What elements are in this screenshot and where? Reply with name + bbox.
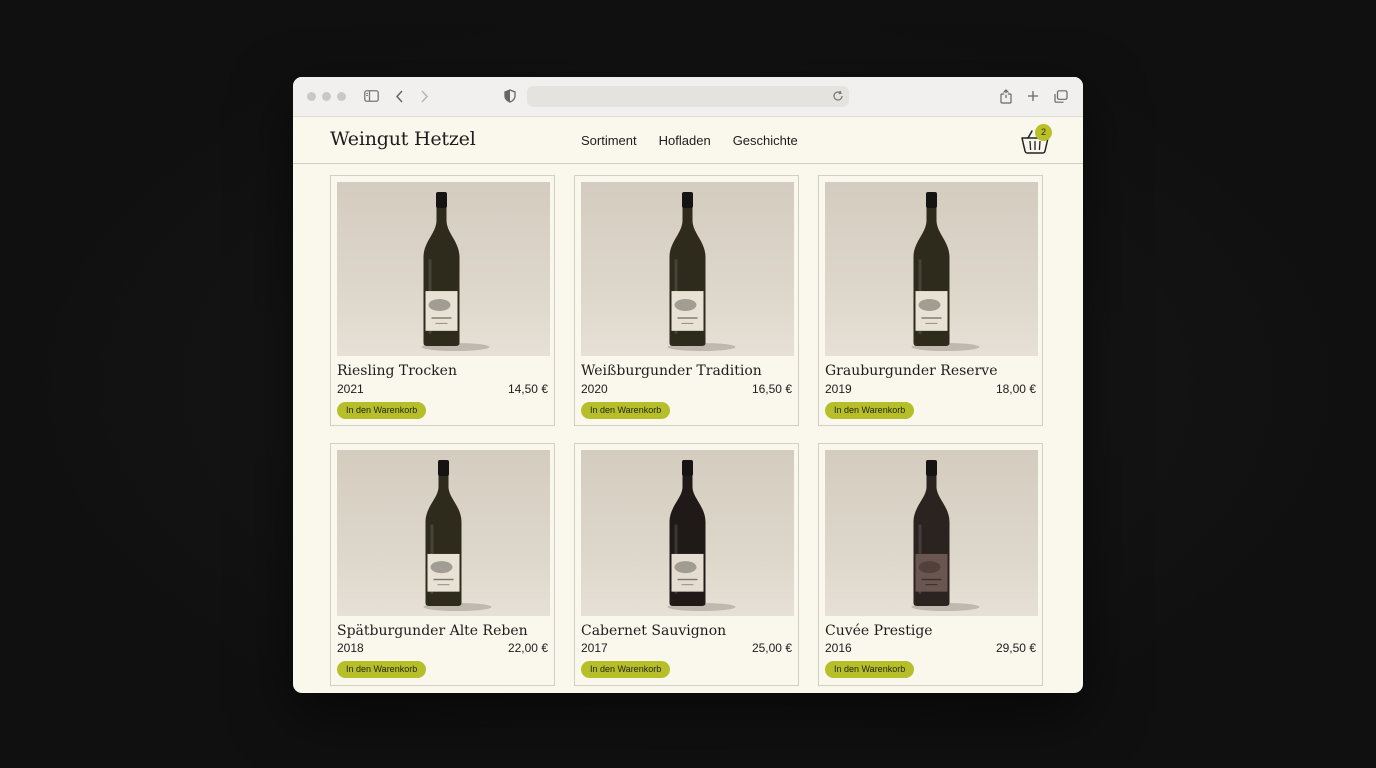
product-image[interactable] bbox=[581, 182, 794, 356]
main-nav: Sortiment Hofladen Geschichte bbox=[581, 133, 798, 148]
wine-bottle-image bbox=[667, 192, 736, 351]
wine-bottle-image bbox=[667, 460, 736, 611]
nav-link-sortiment[interactable]: Sortiment bbox=[581, 133, 637, 148]
cart-count-badge: 2 bbox=[1035, 124, 1052, 141]
privacy-shield-icon[interactable] bbox=[502, 88, 518, 104]
wine-bottle-image bbox=[423, 460, 492, 611]
product-name[interactable]: Cabernet Sauvignon bbox=[581, 623, 726, 639]
product-name[interactable]: Grauburgunder Reserve bbox=[825, 363, 997, 379]
sidebar-toggle-icon[interactable] bbox=[363, 88, 379, 104]
product-year: 2016 bbox=[825, 641, 852, 655]
wine-bottle-image bbox=[421, 192, 490, 351]
product-card[interactable]: Spätburgunder Alte Reben 2018 22,00 € In… bbox=[330, 443, 555, 686]
product-price: 18,00 € bbox=[995, 382, 1036, 396]
new-tab-icon[interactable] bbox=[1025, 88, 1041, 104]
product-year: 2017 bbox=[581, 641, 608, 655]
add-to-cart-button[interactable]: In den Warenkorb bbox=[581, 661, 671, 678]
back-icon[interactable] bbox=[391, 88, 407, 104]
add-to-cart-button[interactable]: In den Warenkorb bbox=[337, 661, 427, 678]
zoom-window-button[interactable] bbox=[337, 92, 346, 101]
product-year: 2018 bbox=[337, 641, 364, 655]
tab-overview-icon[interactable] bbox=[1053, 88, 1069, 104]
window-controls bbox=[307, 92, 346, 101]
site-header: Weingut Hetzel Sortiment Hofladen Geschi… bbox=[293, 117, 1083, 164]
product-name[interactable]: Riesling Trocken bbox=[337, 363, 457, 379]
nav-link-geschichte[interactable]: Geschichte bbox=[733, 133, 798, 148]
product-price: 16,50 € bbox=[751, 382, 792, 396]
forward-icon[interactable] bbox=[416, 88, 432, 104]
product-image[interactable] bbox=[581, 450, 794, 616]
product-card[interactable]: Riesling Trocken 2021 14,50 € In den War… bbox=[330, 175, 555, 426]
wine-bottle-image bbox=[911, 192, 980, 351]
product-name[interactable]: Spätburgunder Alte Reben bbox=[337, 623, 528, 639]
address-bar[interactable] bbox=[527, 86, 849, 107]
browser-window: Weingut Hetzel Sortiment Hofladen Geschi… bbox=[293, 77, 1083, 693]
product-image[interactable] bbox=[825, 182, 1038, 356]
share-icon[interactable] bbox=[998, 88, 1014, 104]
minimize-window-button[interactable] bbox=[322, 92, 331, 101]
product-image[interactable] bbox=[337, 450, 550, 616]
reload-icon[interactable] bbox=[832, 90, 844, 102]
close-window-button[interactable] bbox=[307, 92, 316, 101]
product-price: 14,50 € bbox=[507, 382, 548, 396]
desktop-backdrop: Weingut Hetzel Sortiment Hofladen Geschi… bbox=[0, 0, 1376, 768]
product-price: 25,00 € bbox=[751, 641, 792, 655]
product-year: 2021 bbox=[337, 382, 364, 396]
product-price: 22,00 € bbox=[507, 641, 548, 655]
product-card[interactable]: Weißburgunder Tradition 2020 16,50 € In … bbox=[574, 175, 799, 426]
product-year: 2020 bbox=[581, 382, 608, 396]
product-name[interactable]: Weißburgunder Tradition bbox=[581, 363, 762, 379]
product-card[interactable]: Cabernet Sauvignon 2017 25,00 € In den W… bbox=[574, 443, 799, 686]
add-to-cart-button[interactable]: In den Warenkorb bbox=[825, 402, 915, 419]
add-to-cart-button[interactable]: In den Warenkorb bbox=[825, 661, 915, 678]
product-card[interactable]: Cuvée Prestige 2016 29,50 € In den Waren… bbox=[818, 443, 1043, 686]
wine-bottle-image bbox=[911, 460, 980, 611]
nav-link-hofladen[interactable]: Hofladen bbox=[659, 133, 711, 148]
site-logo[interactable]: Weingut Hetzel bbox=[330, 128, 476, 150]
product-image[interactable] bbox=[825, 450, 1038, 616]
add-to-cart-button[interactable]: In den Warenkorb bbox=[581, 402, 671, 419]
product-image[interactable] bbox=[337, 182, 550, 356]
product-year: 2019 bbox=[825, 382, 852, 396]
product-card[interactable]: Grauburgunder Reserve 2019 18,00 € In de… bbox=[818, 175, 1043, 426]
add-to-cart-button[interactable]: In den Warenkorb bbox=[337, 402, 427, 419]
browser-toolbar bbox=[293, 77, 1083, 117]
product-name[interactable]: Cuvée Prestige bbox=[825, 623, 933, 639]
product-price: 29,50 € bbox=[995, 641, 1036, 655]
